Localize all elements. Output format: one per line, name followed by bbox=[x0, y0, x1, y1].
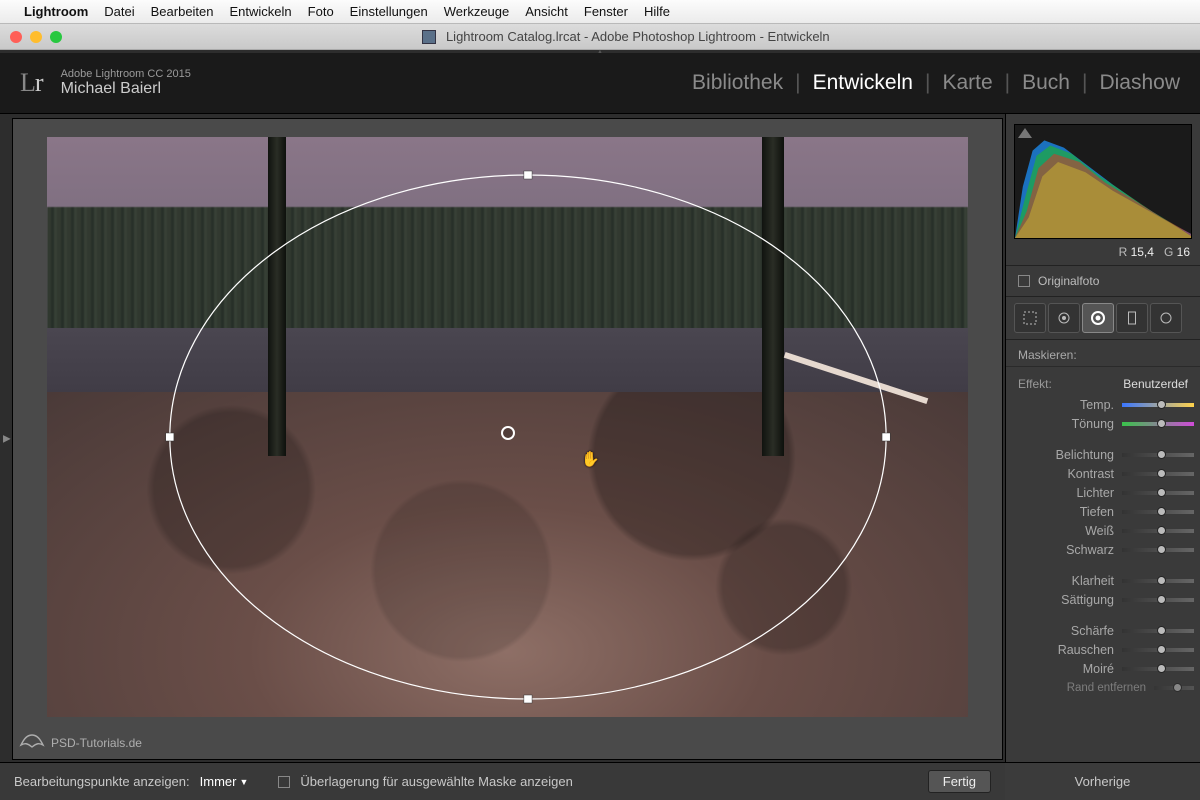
effekt-preset[interactable]: Benutzerdef bbox=[1123, 377, 1188, 391]
module-buch[interactable]: Buch bbox=[1022, 71, 1070, 95]
identity-plate-user: Michael Baierl bbox=[61, 80, 191, 98]
slider-kontrast-label: Kontrast bbox=[1039, 467, 1114, 481]
overlay-checkbox[interactable] bbox=[278, 776, 290, 788]
slider-tiefen-label: Tiefen bbox=[1039, 505, 1114, 519]
slider-moire[interactable] bbox=[1122, 667, 1194, 671]
menu-foto[interactable]: Foto bbox=[308, 4, 334, 19]
toolbar-strip: Bearbeitungspunkte anzeigen: Immer ▼ Übe… bbox=[0, 762, 1005, 800]
tool-brush[interactable] bbox=[1150, 303, 1182, 333]
menu-einstellungen[interactable]: Einstellungen bbox=[350, 4, 428, 19]
hand-cursor-icon: ✋ bbox=[581, 450, 600, 468]
photo-preview[interactable]: ✋ bbox=[47, 137, 968, 717]
traffic-close[interactable] bbox=[10, 31, 22, 43]
module-bibliothek[interactable]: Bibliothek bbox=[692, 71, 783, 95]
slider-kontrast[interactable] bbox=[1122, 472, 1194, 476]
tool-crop[interactable] bbox=[1014, 303, 1046, 333]
mac-menubar: Lightroom Datei Bearbeiten Entwickeln Fo… bbox=[0, 0, 1200, 24]
slider-temperatur[interactable] bbox=[1122, 403, 1194, 407]
slider-schaerfe-label: Schärfe bbox=[1039, 624, 1114, 638]
slider-schaerfe[interactable] bbox=[1122, 629, 1194, 633]
menu-fenster[interactable]: Fenster bbox=[584, 4, 628, 19]
histogram[interactable] bbox=[1014, 124, 1192, 239]
traffic-minimize[interactable] bbox=[30, 31, 42, 43]
module-karte[interactable]: Karte bbox=[942, 71, 992, 95]
module-entwickeln[interactable]: Entwickeln bbox=[813, 71, 913, 95]
ellipse-handle-bottom[interactable] bbox=[524, 695, 532, 703]
menu-bearbeiten[interactable]: Bearbeiten bbox=[151, 4, 214, 19]
document-icon bbox=[422, 30, 436, 44]
slider-rauschen-label: Rauschen bbox=[1039, 643, 1114, 657]
pins-show-dropdown[interactable]: Immer ▼ bbox=[200, 774, 249, 789]
done-button[interactable]: Fertig bbox=[928, 770, 991, 793]
menu-ansicht[interactable]: Ansicht bbox=[525, 4, 568, 19]
left-panel-toggle[interactable]: ▶ bbox=[3, 434, 11, 445]
tool-spot[interactable] bbox=[1048, 303, 1080, 333]
module-diashow[interactable]: Diashow bbox=[1099, 71, 1180, 95]
rgb-readout: R 15,4 G 16 bbox=[1006, 243, 1200, 266]
product-label: Adobe Lightroom CC 2015 bbox=[61, 68, 191, 80]
slider-lichter[interactable] bbox=[1122, 491, 1194, 495]
lightroom-logo: Lr bbox=[20, 68, 43, 98]
mask-label: Maskieren: bbox=[1006, 340, 1200, 367]
effekt-label: Effekt: bbox=[1018, 377, 1052, 391]
ellipse-handle-top[interactable] bbox=[524, 171, 532, 179]
previous-button[interactable]: Vorherige bbox=[1005, 762, 1200, 800]
traffic-zoom[interactable] bbox=[50, 31, 62, 43]
preview-canvas[interactable]: ▶ ✋ PSD-Tutorials.de bbox=[12, 118, 1003, 760]
slider-klarheit[interactable] bbox=[1122, 579, 1194, 583]
radial-filter-pin[interactable] bbox=[501, 426, 515, 440]
watermark: PSD-Tutorials.de bbox=[19, 733, 142, 753]
slider-toenung-label: Tönung bbox=[1039, 417, 1114, 431]
slider-saettigung[interactable] bbox=[1122, 598, 1194, 602]
ellipse-handle-left[interactable] bbox=[166, 433, 174, 441]
module-header: Lr Adobe Lightroom CC 2015 Michael Baier… bbox=[0, 53, 1200, 113]
slider-belichtung-label: Belichtung bbox=[1039, 448, 1114, 462]
menu-entwickeln[interactable]: Entwickeln bbox=[230, 4, 292, 19]
slider-klarheit-label: Klarheit bbox=[1039, 574, 1114, 588]
originalfoto-label: Originalfoto bbox=[1038, 274, 1099, 288]
tool-radial-filter[interactable] bbox=[1082, 303, 1114, 333]
develop-right-panel: R 15,4 G 16 Originalfoto Maskieren: Effe… bbox=[1005, 114, 1200, 762]
module-picker: Bibliothek| Entwickeln| Karte| Buch| Dia… bbox=[692, 71, 1180, 95]
window-title: Lightroom Catalog.lrcat - Adobe Photosho… bbox=[62, 29, 1190, 44]
slider-belichtung[interactable] bbox=[1122, 453, 1194, 457]
menu-werkzeuge[interactable]: Werkzeuge bbox=[444, 4, 510, 19]
appname[interactable]: Lightroom bbox=[24, 4, 88, 19]
menu-hilfe[interactable]: Hilfe bbox=[644, 4, 670, 19]
slider-tiefen[interactable] bbox=[1122, 510, 1194, 514]
chevron-down-icon: ▼ bbox=[239, 777, 248, 787]
slider-rand[interactable] bbox=[1154, 686, 1194, 690]
tool-graduated-filter[interactable] bbox=[1116, 303, 1148, 333]
slider-rand-label: Rand entfernen bbox=[1036, 682, 1146, 694]
slider-rauschen[interactable] bbox=[1122, 648, 1194, 652]
menu-datei[interactable]: Datei bbox=[104, 4, 134, 19]
slider-weiss-label: Weiß bbox=[1039, 524, 1114, 538]
slider-temperatur-label: Temp. bbox=[1039, 398, 1114, 412]
slider-toenung[interactable] bbox=[1122, 422, 1194, 426]
originalfoto-checkbox[interactable] bbox=[1018, 275, 1030, 287]
slider-lichter-label: Lichter bbox=[1039, 486, 1114, 500]
slider-schwarz-label: Schwarz bbox=[1039, 543, 1114, 557]
ellipse-handle-right[interactable] bbox=[882, 433, 890, 441]
slider-saettigung-label: Sättigung bbox=[1039, 593, 1114, 607]
pins-show-label: Bearbeitungspunkte anzeigen: bbox=[14, 774, 190, 789]
tool-strip bbox=[1006, 297, 1200, 340]
overlay-label: Überlagerung für ausgewählte Maske anzei… bbox=[300, 774, 572, 789]
slider-schwarz[interactable] bbox=[1122, 548, 1194, 552]
slider-weiss[interactable] bbox=[1122, 529, 1194, 533]
histogram-clip-indicator[interactable] bbox=[1018, 128, 1032, 138]
slider-moire-label: Moiré bbox=[1039, 662, 1114, 676]
